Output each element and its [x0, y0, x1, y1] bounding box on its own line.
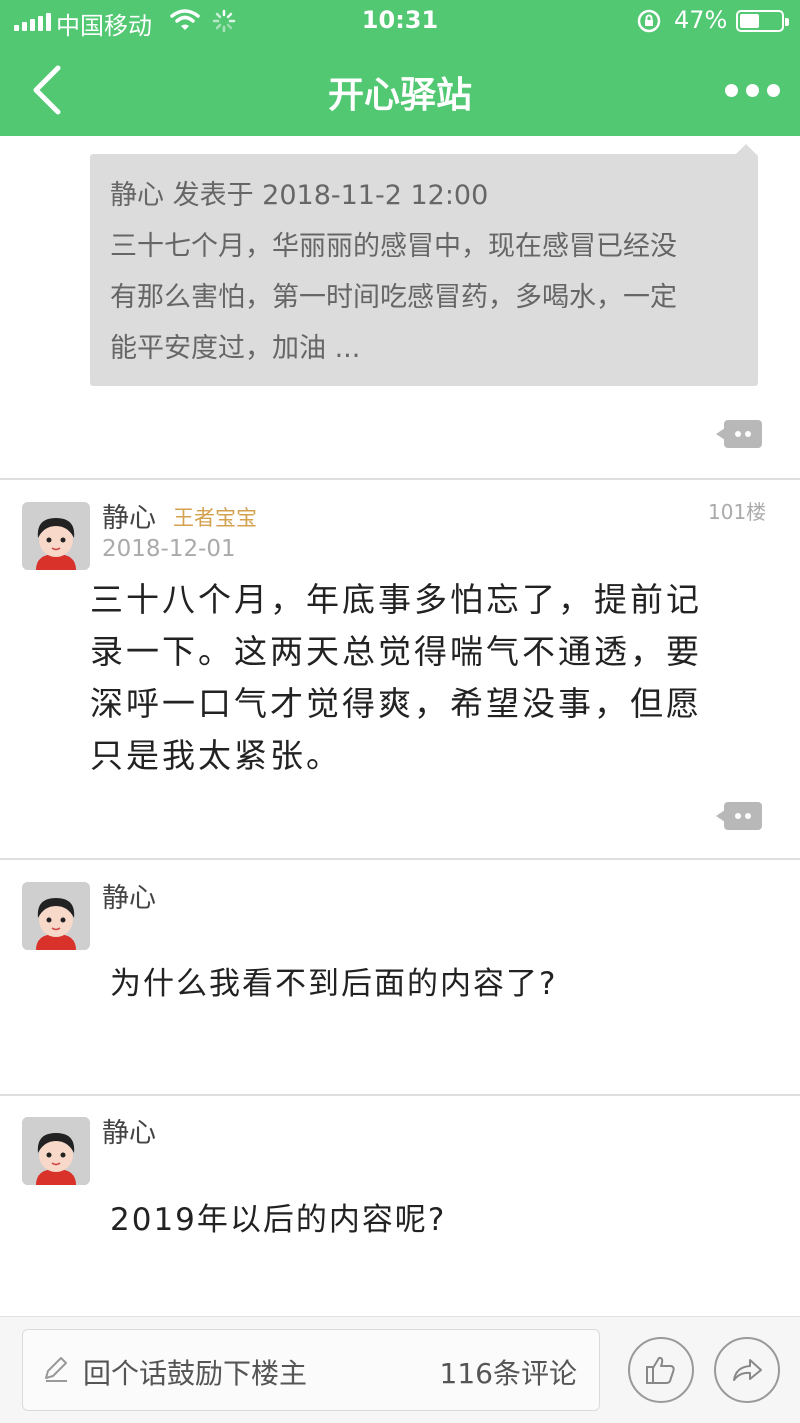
- divider: [0, 478, 800, 480]
- post-body: 三十八个月，年底事多怕忘了，提前记 录一下。这两天总觉得喘气不通透，要 深呼一口…: [90, 574, 780, 782]
- cut-off-text: [90, 136, 690, 142]
- more-options-button[interactable]: [722, 80, 782, 100]
- comment-bubble-icon[interactable]: [716, 420, 762, 448]
- quoted-post[interactable]: 静心 发表于 2018-11-2 12:00 三十七个月，华丽丽的感冒中，现在感…: [90, 154, 758, 386]
- avatar[interactable]: [22, 502, 90, 570]
- reply-username[interactable]: 静心: [102, 876, 156, 915]
- rotation-lock-icon: [637, 9, 661, 33]
- post-line: 三十八个月，年底事多怕忘了，提前记: [90, 580, 702, 619]
- post-line: 只是我太紧张。: [90, 736, 342, 775]
- like-button[interactable]: [628, 1337, 694, 1403]
- share-button[interactable]: [714, 1337, 780, 1403]
- reply-text: 2019年以后的内容呢?: [110, 1202, 447, 1238]
- pencil-icon: [45, 1357, 67, 1382]
- thumbs-up-icon: [646, 1356, 675, 1384]
- avatar[interactable]: [22, 1117, 90, 1185]
- post-line: 深呼一口气才觉得爽，希望没事，但愿: [90, 684, 702, 723]
- comment-bubble-icon[interactable]: [716, 802, 762, 830]
- user-badge: 王者宝宝: [173, 506, 257, 530]
- avatar-icon: [22, 1117, 90, 1185]
- status-bar: 中国移动 10:31 47%: [0, 0, 800, 44]
- divider: [0, 858, 800, 860]
- quoted-post-line: 能平安度过，加油 ...: [110, 333, 361, 364]
- bottom-bar: 回个话鼓励下楼主 116条评论: [0, 1316, 800, 1423]
- share-arrow-icon: [733, 1359, 762, 1381]
- quoted-post-header: 静心 发表于 2018-11-2 12:00: [110, 180, 489, 211]
- page-title: 开心驿站: [327, 75, 472, 116]
- comment-count[interactable]: 116条评论: [440, 1352, 577, 1392]
- avatar[interactable]: [22, 882, 90, 950]
- thread-content[interactable]: 静心 发表于 2018-11-2 12:00 三十七个月，华丽丽的感冒中，现在感…: [0, 136, 800, 1316]
- divider: [0, 1094, 800, 1096]
- post-line: 录一下。这两天总觉得喘气不通透，要: [90, 632, 702, 671]
- reply-input[interactable]: 回个话鼓励下楼主 116条评论: [22, 1329, 600, 1411]
- floor-number: 101楼: [708, 500, 767, 524]
- battery-percent: 47%: [674, 6, 728, 34]
- avatar-icon: [22, 882, 90, 950]
- reply-text: 为什么我看不到后面的内容了?: [110, 966, 558, 1002]
- top-bar: 中国移动 10:31 47% 开心驿站: [0, 0, 800, 136]
- quoted-post-line: 有那么害怕，第一时间吃感冒药，多喝水，一定: [110, 282, 677, 313]
- avatar-icon: [22, 502, 90, 570]
- reply-username[interactable]: 静心: [102, 1111, 156, 1150]
- quoted-post-line: 三十七个月，华丽丽的感冒中，现在感冒已经没: [110, 231, 677, 262]
- reply-input-placeholder: 回个话鼓励下楼主: [83, 1357, 308, 1390]
- post-username[interactable]: 静心: [102, 496, 156, 535]
- post-date: 2018-12-01: [102, 536, 236, 562]
- quote-pointer: [736, 144, 756, 154]
- battery-icon: [736, 10, 789, 32]
